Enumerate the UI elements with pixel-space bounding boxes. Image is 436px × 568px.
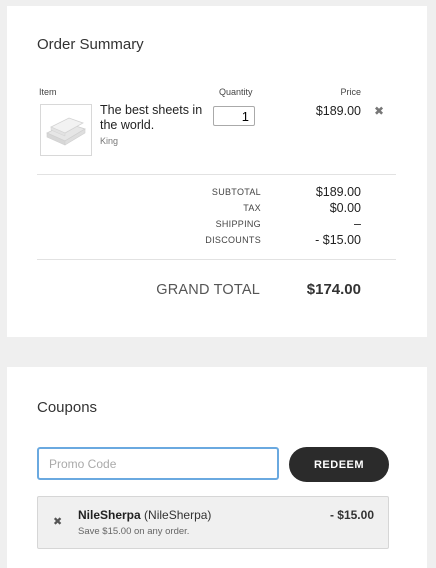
product-variant: King <box>100 136 119 146</box>
subtotal-value: $189.00 <box>315 185 361 199</box>
shipping-row: SHIPPING – <box>7 217 427 235</box>
remove-item-icon[interactable]: ✖ <box>374 104 384 118</box>
quantity-input[interactable] <box>213 106 255 126</box>
coupon-description: Save $15.00 on any order. <box>78 526 190 537</box>
line-item-price: $189.00 <box>315 104 361 118</box>
coupon-name: NileSherpa (NileSherpa) <box>78 508 211 522</box>
product-name: The best sheets in the world. <box>100 103 203 132</box>
remove-coupon-icon[interactable]: ✖ <box>53 515 62 528</box>
shipping-value: – <box>354 217 361 231</box>
divider <box>37 259 396 260</box>
discounts-value: - $15.00 <box>315 233 361 247</box>
grand-total-value: $174.00 <box>306 281 361 298</box>
shipping-label: SHIPPING <box>215 219 261 229</box>
column-header-price: Price <box>340 87 361 97</box>
coupon-code: NileSherpa <box>78 508 141 522</box>
discounts-row: DISCOUNTS - $15.00 <box>7 233 427 251</box>
column-header-quantity: Quantity <box>219 87 253 97</box>
column-header-item: Item <box>39 87 57 97</box>
tax-label: TAX <box>243 203 261 213</box>
subtotal-label: SUBTOTAL <box>211 187 261 197</box>
coupon-amount: - $15.00 <box>329 508 374 522</box>
order-summary-card: Order Summary Item Quantity Price The be… <box>7 6 427 337</box>
coupon-code-paren: (NileSherpa) <box>144 508 212 522</box>
discounts-label: DISCOUNTS <box>205 235 261 245</box>
grand-total-label: GRAND TOTAL <box>156 282 260 298</box>
divider <box>37 174 396 175</box>
coupons-title: Coupons <box>37 399 98 416</box>
tax-row: TAX $0.00 <box>7 201 427 219</box>
product-image <box>40 104 92 156</box>
tax-value: $0.00 <box>329 201 361 215</box>
subtotal-row: SUBTOTAL $189.00 <box>7 185 427 203</box>
coupons-card: Coupons REDEEM ✖ NileSherpa (NileSherpa)… <box>7 367 427 568</box>
promo-code-input[interactable] <box>37 447 279 480</box>
applied-coupon: ✖ NileSherpa (NileSherpa) Save $15.00 on… <box>37 496 389 549</box>
redeem-button[interactable]: REDEEM <box>289 447 389 482</box>
order-summary-title: Order Summary <box>37 36 144 53</box>
